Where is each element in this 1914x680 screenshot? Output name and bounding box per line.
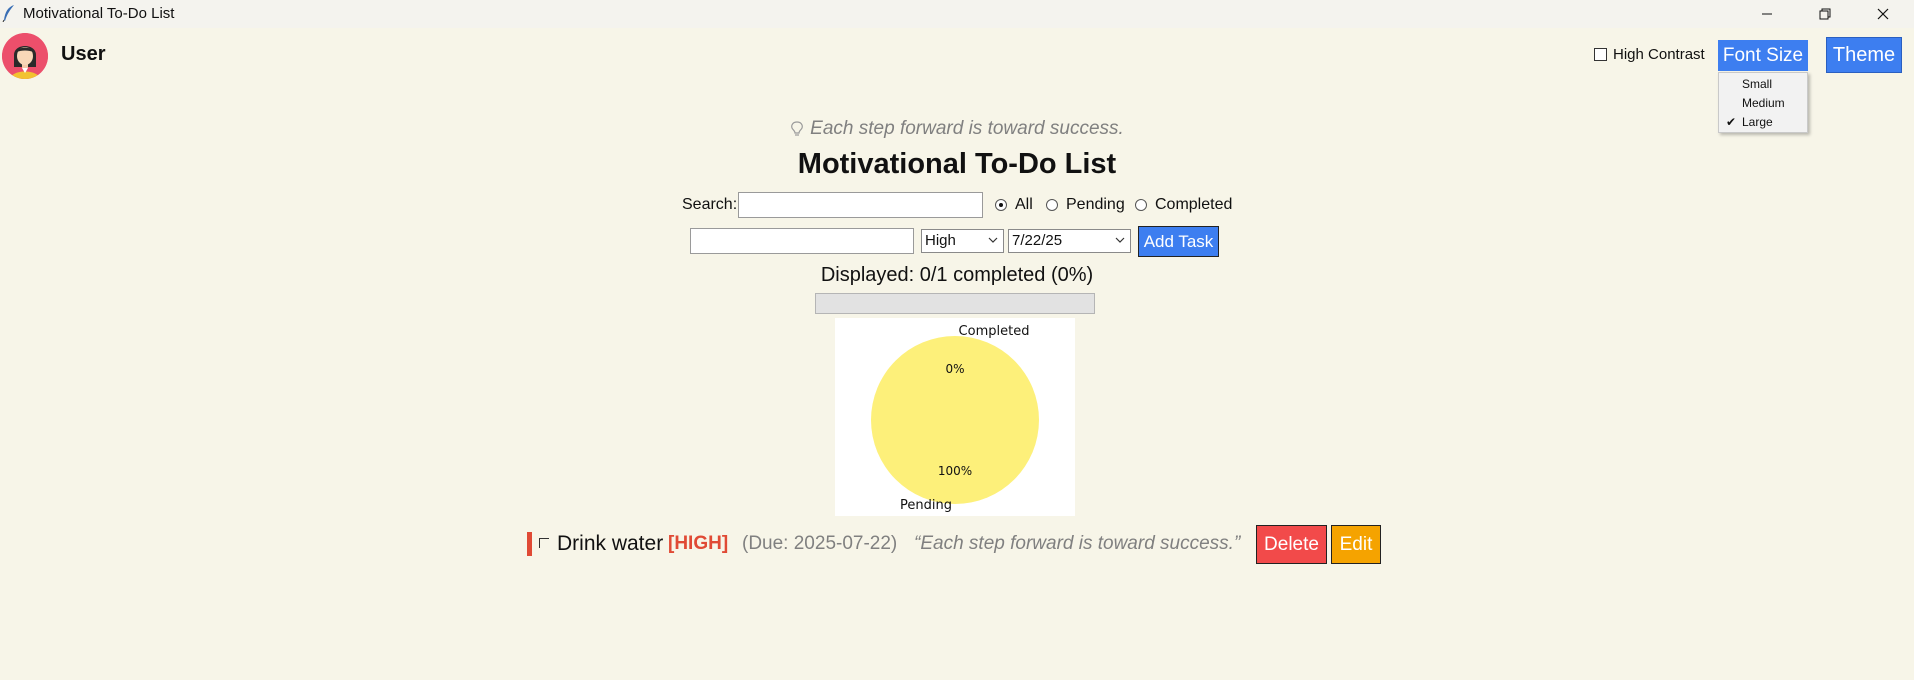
slice-label-pending: Pending (900, 498, 952, 513)
high-contrast-checkbox[interactable] (1594, 48, 1607, 61)
priority-select-value: High (925, 232, 956, 249)
add-task-button[interactable]: Add Task (1138, 226, 1219, 257)
edit-task-button[interactable]: Edit (1331, 525, 1381, 564)
title-bar: Motivational To-Do List (0, 0, 1914, 28)
menu-item-label: Medium (1742, 96, 1785, 110)
menu-item-label: Small (1742, 77, 1773, 91)
menu-item-medium[interactable]: Medium (1719, 94, 1807, 113)
filter-completed-label[interactable]: Completed (1155, 196, 1232, 214)
priority-indicator (527, 532, 532, 556)
pie-chart-svg: Completed 0% 100% Pending (871, 324, 1039, 513)
restore-button[interactable] (1796, 0, 1854, 28)
slice-label-completed: Completed (959, 324, 1030, 339)
theme-button[interactable]: Theme (1826, 37, 1902, 73)
task-due-date: (Due: 2025-07-22) (742, 533, 898, 554)
minimize-icon (1762, 13, 1772, 15)
avatar (2, 33, 48, 79)
menu-item-small[interactable]: Small (1719, 75, 1807, 94)
window-title: Motivational To-Do List (23, 5, 175, 22)
font-size-button[interactable]: Font Size (1718, 40, 1808, 71)
task-name: Drink water (557, 532, 664, 555)
filter-pending-label[interactable]: Pending (1066, 196, 1125, 214)
delete-task-button[interactable]: Delete (1256, 525, 1327, 564)
completion-pie-chart: Completed 0% 100% Pending (835, 318, 1075, 516)
search-label: Search: (682, 196, 738, 213)
quote-text: Each step forward is toward success. (810, 118, 1124, 139)
task-quote: “Each step forward is toward success.” (914, 533, 1241, 554)
filter-pending-radio[interactable] (1046, 199, 1058, 211)
slice-value-pending: 100% (938, 464, 972, 478)
completion-status: Displayed: 0/1 completed (0%) (820, 264, 1094, 286)
restore-icon (1819, 8, 1831, 20)
close-button[interactable] (1854, 0, 1912, 28)
minimize-button[interactable] (1738, 0, 1796, 28)
priority-select[interactable]: High (921, 229, 1004, 253)
username: User (61, 43, 106, 65)
chevron-down-icon (1115, 237, 1125, 243)
motivational-quote: Each step forward is toward success. (0, 118, 1914, 140)
chevron-down-icon (988, 237, 998, 243)
task-complete-checkbox[interactable] (539, 538, 549, 548)
search-input[interactable] (738, 192, 983, 218)
due-date-value: 7/22/25 (1012, 232, 1063, 249)
filter-completed-radio[interactable] (1135, 199, 1147, 211)
slice-value-completed: 0% (945, 362, 964, 376)
lightbulb-icon (791, 121, 804, 136)
page-title: Motivational To-Do List (797, 148, 1117, 180)
close-icon (1877, 8, 1889, 20)
user-avatar-icon (2, 33, 48, 79)
due-date-select[interactable]: 7/22/25 (1008, 229, 1131, 253)
feather-icon (2, 5, 14, 22)
progress-bar (815, 293, 1095, 314)
filter-all-label[interactable]: All (1015, 196, 1033, 214)
high-contrast-label[interactable]: High Contrast (1613, 46, 1705, 63)
filter-all-radio[interactable] (995, 199, 1007, 211)
new-task-input[interactable] (690, 228, 914, 254)
task-priority: [HIGH] (668, 533, 729, 554)
